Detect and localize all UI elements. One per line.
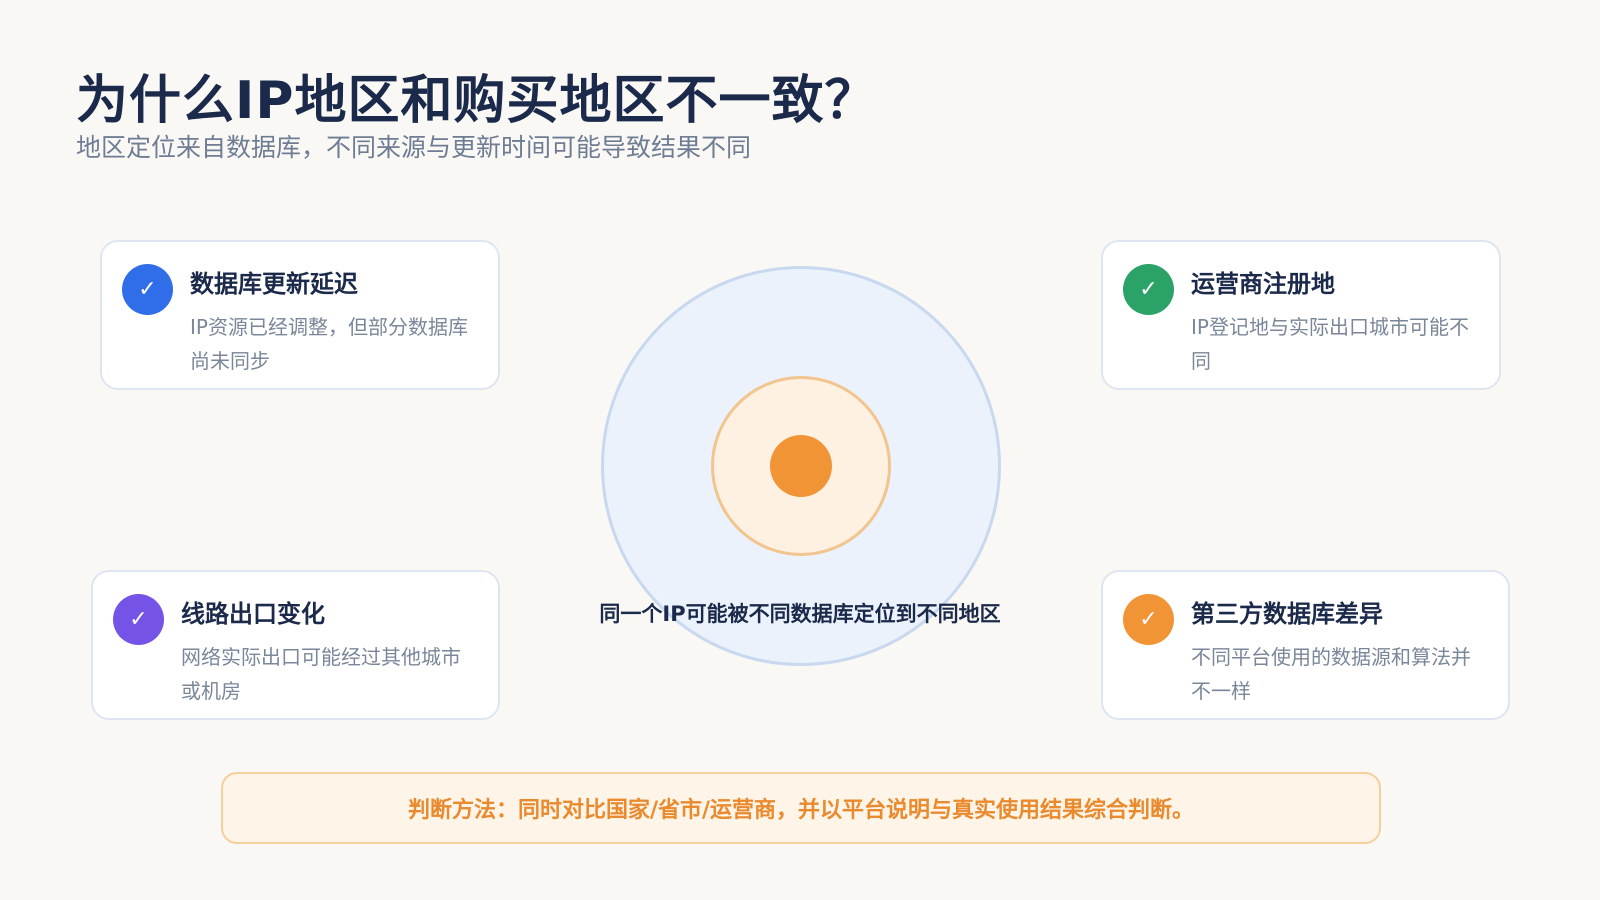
card-description: IP资源已经调整，但部分数据库尚未同步 [190, 315, 468, 373]
method-banner: 判断方法：同时对比国家/省市/运营商，并以平台说明与真实使用结果综合判断。 [221, 772, 1381, 844]
check-icon: ✓ [1123, 264, 1174, 315]
card-description: 网络实际出口可能经过其他城市或机房 [181, 645, 461, 703]
reason-card-route-exit: ✓ 线路出口变化 网络实际出口可能经过其他城市或机房 [91, 570, 500, 720]
card-title: 第三方数据库差异 [1191, 600, 1383, 628]
card-title: 线路出口变化 [181, 600, 325, 628]
check-icon: ✓ [1123, 594, 1174, 645]
core-dot [770, 435, 832, 497]
check-icon: ✓ [122, 264, 173, 315]
reason-card-database-delay: ✓ 数据库更新延迟 IP资源已经调整，但部分数据库尚未同步 [100, 240, 500, 390]
page-title: 为什么IP地区和购买地区不一致？ [76, 71, 878, 131]
check-icon: ✓ [113, 594, 164, 645]
reason-card-third-party-database: ✓ 第三方数据库差异 不同平台使用的数据源和算法并不一样 [1101, 570, 1510, 720]
card-title: 数据库更新延迟 [190, 270, 358, 298]
reason-card-carrier-registration: ✓ 运营商注册地 IP登记地与实际出口城市可能不同 [1101, 240, 1501, 390]
method-text: 判断方法：同时对比国家/省市/运营商，并以平台说明与真实使用结果综合判断。 [407, 798, 1195, 823]
card-description: IP登记地与实际出口城市可能不同 [1191, 315, 1469, 373]
card-description: 不同平台使用的数据源和算法并不一样 [1191, 645, 1471, 703]
page-subtitle: 地区定位来自数据库，不同来源与更新时间可能导致结果不同 [76, 133, 752, 162]
center-label: 同一个IP可能被不同数据库定位到不同地区 [599, 602, 1001, 626]
card-title: 运营商注册地 [1191, 270, 1335, 298]
